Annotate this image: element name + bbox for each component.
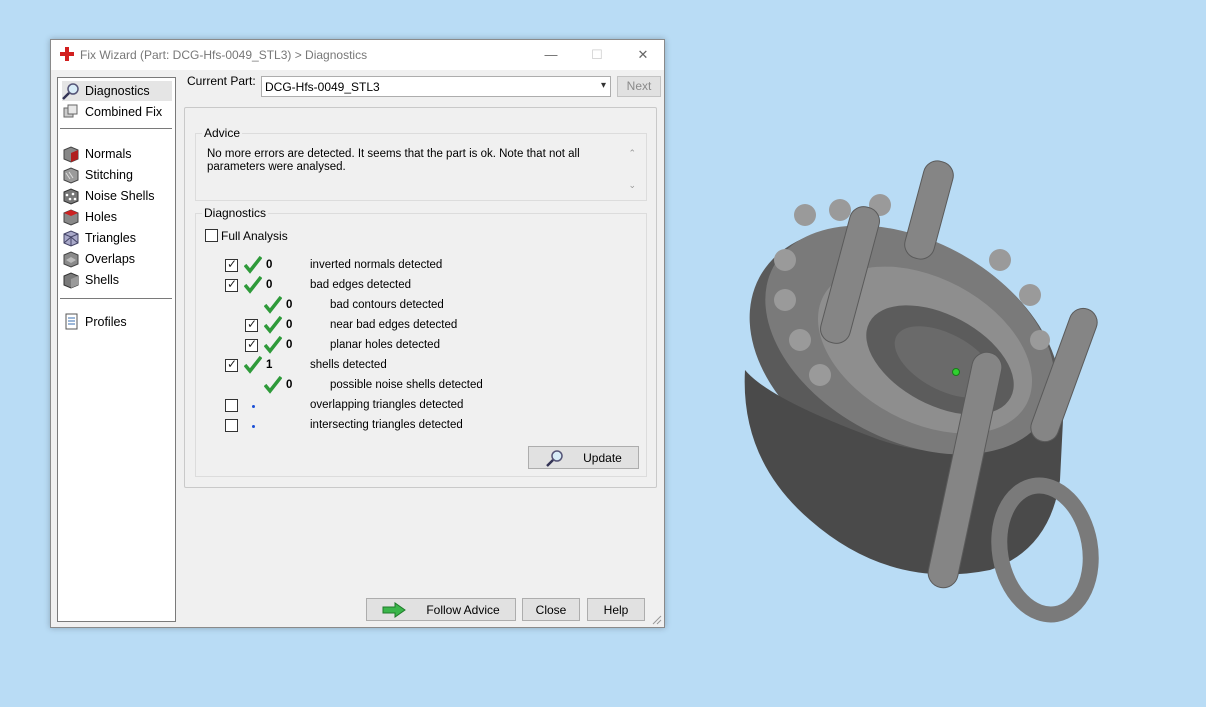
sidebar-item-overlaps[interactable]: Overlaps [62, 249, 172, 269]
green-check-icon [264, 376, 282, 394]
sidebar-item-label: Profiles [85, 315, 127, 329]
sidebar-item-label: Normals [85, 147, 132, 161]
update-label: Update [583, 450, 622, 465]
inverted-normals-label: inverted normals detected [310, 259, 443, 271]
sidebar-item-label: Noise Shells [85, 189, 155, 203]
sidebar-item-noise-shells[interactable]: Noise Shells [62, 186, 172, 206]
overlapping-triangles-checkbox[interactable] [225, 399, 238, 412]
sidebar-item-label: Shells [85, 273, 120, 287]
sidebar-item-holes[interactable]: Holes [62, 207, 172, 227]
intersecting-triangles-checkbox[interactable] [225, 419, 238, 432]
follow-advice-label: Follow Advice [426, 602, 500, 617]
holes-cube-icon [63, 209, 79, 226]
green-check-icon [244, 276, 262, 294]
diagnostics-group: Diagnostics Full Analysis 0 inverted nor… [195, 206, 647, 477]
chevron-down-icon: ▾ [600, 80, 606, 91]
sidebar-item-label: Stitching [85, 168, 133, 182]
sidebar-divider [60, 298, 172, 299]
current-part-label: Current Part: [187, 74, 256, 88]
sidebar-item-diagnostics[interactable]: Diagnostics [62, 81, 172, 101]
advice-title: Advice [202, 126, 243, 140]
current-part-select[interactable]: DCG-Hfs-0049_STL3 ▾ [261, 76, 611, 97]
green-check-icon [264, 296, 282, 314]
shells-checkbox[interactable] [225, 357, 238, 372]
combined-fix-icon [63, 104, 78, 118]
bad-edges-count: 0 [266, 279, 273, 291]
sidebar-item-label: Combined Fix [85, 105, 163, 119]
intersecting-triangles-label: intersecting triangles detected [310, 419, 463, 431]
sidebar-item-combined-fix[interactable]: Combined Fix [62, 102, 172, 122]
bad-contours-count: 0 [286, 299, 293, 311]
green-arrow-icon [382, 601, 407, 618]
magnifier-icon [546, 449, 563, 467]
bad-contours-label: bad contours detected [330, 299, 444, 311]
advice-group: Advice No more errors are detected. It s… [195, 126, 647, 201]
green-check-icon [264, 316, 282, 334]
full-analysis-checkbox[interactable] [205, 229, 218, 242]
near-bad-edges-label: near bad edges detected [330, 319, 458, 331]
next-button[interactable]: Next [617, 76, 661, 97]
sidebar-item-stitching[interactable]: Stitching [62, 165, 172, 185]
sidebar-item-shells[interactable]: Shells [62, 270, 172, 290]
near-bad-edges-count: 0 [286, 319, 293, 331]
minimize-button[interactable]: — [528, 40, 574, 70]
sidebar-item-normals[interactable]: Normals [62, 144, 172, 164]
triangles-cube-icon [63, 230, 79, 247]
sidebar-item-profiles[interactable]: Profiles [62, 312, 172, 332]
current-part-value: DCG-Hfs-0049_STL3 [265, 80, 380, 94]
noise-shells-label: possible noise shells detected [330, 379, 483, 391]
profiles-document-icon [65, 313, 78, 330]
fix-wizard-window: Fix Wizard (Part: DCG-Hfs-0049_STL3) > D… [50, 39, 665, 628]
sidebar-item-label: Diagnostics [85, 84, 150, 98]
shells-label: shells detected [310, 359, 387, 371]
diagnostics-panel: Advice No more errors are detected. It s… [184, 107, 657, 488]
near-bad-edges-checkbox[interactable] [245, 317, 258, 332]
status-dot-icon [252, 405, 255, 408]
sidebar-divider [60, 128, 172, 129]
overlaps-cube-icon [63, 251, 79, 268]
sidebar-item-triangles[interactable]: Triangles [62, 228, 172, 248]
full-analysis-label: Full Analysis [221, 229, 288, 243]
close-button[interactable]: Close [522, 598, 580, 621]
maximize-button[interactable]: ☐ [574, 40, 620, 70]
title-bar[interactable]: Fix Wizard (Part: DCG-Hfs-0049_STL3) > D… [51, 40, 664, 70]
bad-edges-label: bad edges detected [310, 279, 412, 291]
shells-count: 1 [266, 359, 273, 371]
planar-holes-label: planar holes detected [330, 339, 440, 351]
noise-shells-count: 0 [286, 379, 293, 391]
close-window-button[interactable]: ✕ [620, 40, 666, 70]
resize-grip-icon[interactable] [652, 615, 662, 625]
diagnostics-title: Diagnostics [202, 206, 269, 220]
sidebar-item-label: Holes [85, 210, 117, 224]
sidebar-item-label: Overlaps [85, 252, 136, 266]
overlapping-triangles-label: overlapping triangles detected [310, 399, 464, 411]
inverted-normals-count: 0 [266, 259, 273, 271]
green-check-icon [264, 336, 282, 354]
green-check-icon [244, 356, 262, 374]
inverted-normals-checkbox[interactable] [225, 257, 238, 272]
window-title: Fix Wizard (Part: DCG-Hfs-0049_STL3) > D… [80, 48, 368, 62]
3d-model-view[interactable] [700, 140, 1140, 640]
shells-cube-icon [63, 272, 79, 289]
green-check-icon [244, 256, 262, 274]
update-button[interactable]: Update [528, 446, 639, 469]
sidebar-item-label: Triangles [85, 231, 136, 245]
wizard-sidebar: Diagnostics Combined Fix Normals Stitchi… [57, 77, 176, 622]
follow-advice-button[interactable]: Follow Advice [366, 598, 516, 621]
stitching-cube-icon [63, 167, 79, 184]
scroll-down-icon[interactable]: ⌄ [628, 180, 636, 191]
scroll-up-icon[interactable]: ⌃ [628, 148, 636, 159]
red-cross-icon [60, 47, 74, 61]
normals-cube-icon [63, 146, 79, 163]
magnifier-icon [62, 83, 79, 100]
help-button[interactable]: Help [587, 598, 645, 621]
bad-edges-checkbox[interactable] [225, 277, 238, 292]
planar-holes-checkbox[interactable] [245, 337, 258, 352]
advice-text: No more errors are detected. It seems th… [207, 148, 580, 173]
planar-holes-count: 0 [286, 339, 293, 351]
status-dot-icon [252, 425, 255, 428]
noise-shells-icon [63, 188, 79, 205]
